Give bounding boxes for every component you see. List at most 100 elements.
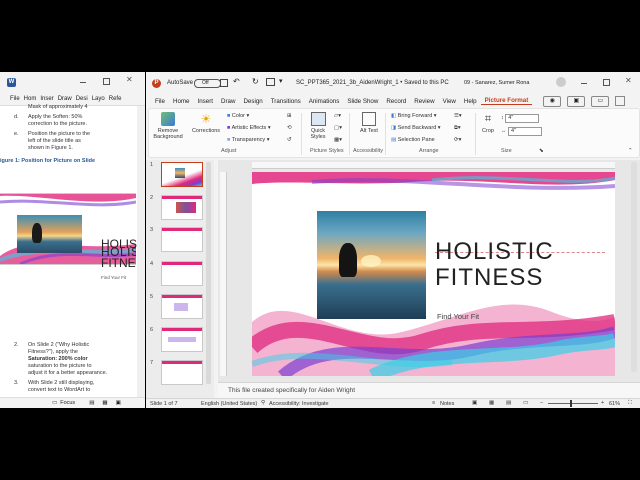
word-menu-layout[interactable]: Layo (92, 96, 105, 102)
bring-forward-button[interactable]: ◧ Bring Forward ▾ (391, 113, 437, 119)
zoom-level[interactable]: 61% (609, 401, 620, 407)
align-icon[interactable]: ☰▾ (454, 113, 462, 119)
slide-thumbnail-1[interactable] (161, 162, 203, 187)
thumb-scrollbar[interactable] (206, 162, 211, 384)
word-menu-design[interactable]: Desi (76, 96, 88, 102)
tab-draw[interactable]: Draw (217, 98, 239, 105)
powerpoint-logo-icon[interactable]: P (152, 79, 161, 88)
tab-slide-show[interactable]: Slide Show (343, 98, 382, 105)
normal-view-icon[interactable]: ▣ (472, 400, 477, 406)
change-picture-icon[interactable]: ⟲ (287, 125, 292, 131)
slide-thumbnail-2[interactable] (161, 195, 203, 220)
word-menu-references[interactable]: Refe (109, 96, 122, 102)
ribbon-options-icon[interactable] (615, 96, 626, 106)
reading-view-icon[interactable]: ▤ (506, 400, 511, 406)
reset-picture-icon[interactable]: ↺ (287, 137, 292, 143)
word-menu-insert[interactable]: Inser (40, 96, 53, 102)
notes-pane[interactable]: This file created specifically for Aiden… (218, 382, 640, 399)
close-icon[interactable]: ✕ (126, 75, 133, 84)
transparency-button[interactable]: ■ Transparency ▾ (227, 137, 269, 143)
slide-thumbnail-7[interactable] (161, 360, 203, 385)
slide-photo[interactable] (317, 211, 426, 319)
slideshow-view-icon[interactable]: ▭ (523, 400, 528, 406)
focus-icon[interactable]: ▭ (52, 400, 57, 406)
print-layout-icon[interactable]: ▦ (102, 400, 107, 406)
tab-record[interactable]: Record (382, 98, 410, 105)
zoom-in-icon[interactable]: + (601, 400, 604, 406)
picture-border-icon[interactable]: ▱▾ (334, 113, 341, 119)
undo-icon[interactable]: ↶ (233, 77, 240, 86)
quick-styles-button[interactable]: Quick Styles (305, 112, 331, 140)
corrections-button[interactable]: ☀ Corrections (191, 112, 221, 134)
color-button[interactable]: ■ Color ▾ (227, 113, 249, 119)
height-input[interactable]: 4" (505, 114, 540, 123)
slide-thumbnail-6[interactable] (161, 327, 203, 352)
slide-sorter-icon[interactable]: ▦ (489, 400, 494, 406)
word-logo-icon[interactable]: W (7, 78, 16, 87)
picture-layout-icon[interactable]: ▦▾ (334, 137, 342, 143)
alt-text-button[interactable]: Alt Text (358, 112, 380, 134)
tab-design[interactable]: Design (239, 98, 266, 105)
slide-subtitle[interactable]: Find Your Fit (437, 312, 479, 321)
slide-thumbnail-5[interactable] (161, 294, 203, 319)
close-icon[interactable]: ✕ (625, 76, 632, 85)
size-dialog-launcher-icon[interactable]: ⬊ (539, 148, 544, 154)
record-icon[interactable]: ◉ (543, 95, 562, 107)
rotate-icon[interactable]: ⟳▾ (454, 137, 461, 143)
word-scrollbar[interactable] (137, 106, 145, 398)
maximize-icon[interactable] (603, 79, 610, 86)
start-slideshow-icon[interactable] (266, 78, 275, 86)
tab-help[interactable]: Help (460, 98, 481, 105)
slide-indicator[interactable]: Slide 1 of 7 (150, 401, 178, 407)
crop-button[interactable]: ⌗ Crop (479, 112, 497, 134)
maximize-icon[interactable] (103, 78, 110, 85)
canvas-scrollbar[interactable] (631, 162, 637, 372)
tab-picture-format[interactable]: Picture Format (480, 97, 533, 105)
notes-button[interactable]: Notes (440, 401, 454, 407)
width-field[interactable]: ↔ 4" (501, 127, 543, 136)
autosave-toggle[interactable]: Off (194, 79, 221, 88)
height-field[interactable]: ↕ 4" (501, 114, 540, 123)
slide-1[interactable]: HOLISTIC FITNESS Find Your Fit (252, 172, 615, 376)
word-menu-file[interactable]: File (10, 96, 20, 102)
compress-pictures-icon[interactable]: ⊞ (287, 113, 292, 119)
word-menu-home[interactable]: Hom (24, 96, 37, 102)
read-mode-icon[interactable]: ▤ (89, 400, 94, 406)
redo-icon[interactable]: ↻ (252, 77, 259, 86)
artistic-effects-button[interactable]: ■ Artistic Effects ▾ (227, 125, 271, 131)
tab-file[interactable]: File (151, 98, 169, 105)
customize-qat-icon[interactable]: ▾ (279, 77, 283, 85)
width-input[interactable]: 4" (508, 127, 543, 136)
minimize-icon[interactable] (80, 82, 86, 83)
zoom-slider[interactable] (548, 400, 598, 407)
slide-thumbnail-4[interactable] (161, 261, 203, 286)
send-backward-button[interactable]: ◨ Send Backward ▾ (391, 125, 441, 131)
save-icon[interactable] (220, 79, 228, 87)
remove-background-button[interactable]: Remove Background (153, 112, 183, 140)
slide-title-placeholder[interactable]: HOLISTIC FITNESS (435, 239, 605, 305)
tab-insert[interactable]: Insert (194, 98, 217, 105)
slide-thumbnail-3[interactable] (161, 227, 203, 252)
language-status[interactable]: English (United States) (201, 401, 257, 407)
web-layout-icon[interactable]: ▣ (116, 400, 121, 406)
word-menu-draw[interactable]: Draw (58, 96, 72, 102)
tab-home[interactable]: Home (169, 98, 194, 105)
tab-review[interactable]: Review (410, 98, 438, 105)
tab-transitions[interactable]: Transitions (267, 98, 305, 105)
comments-icon[interactable]: ▭ (591, 95, 610, 107)
zoom-slider-thumb[interactable] (570, 400, 572, 407)
user-name[interactable]: 09 - Sanarez, Sumer Rona (464, 80, 529, 86)
avatar[interactable] (556, 77, 566, 87)
group-objects-icon[interactable]: ⧉▾ (454, 125, 461, 132)
present-icon[interactable]: ▣ (567, 95, 586, 107)
zoom-out-icon[interactable]: − (540, 400, 543, 406)
tab-view[interactable]: View (439, 98, 460, 105)
selection-pane-button[interactable]: ▤ Selection Pane (391, 137, 435, 143)
accessibility-status[interactable]: Accessibility: Investigate (269, 401, 329, 407)
collapse-ribbon-icon[interactable]: ⌃ (628, 148, 633, 154)
fit-slide-icon[interactable]: ⛶ (628, 400, 632, 407)
tab-animations[interactable]: Animations (305, 98, 344, 105)
minimize-icon[interactable] (581, 83, 587, 84)
focus-label[interactable]: Focus (60, 400, 75, 406)
picture-effects-icon[interactable]: ▢▾ (334, 125, 342, 131)
